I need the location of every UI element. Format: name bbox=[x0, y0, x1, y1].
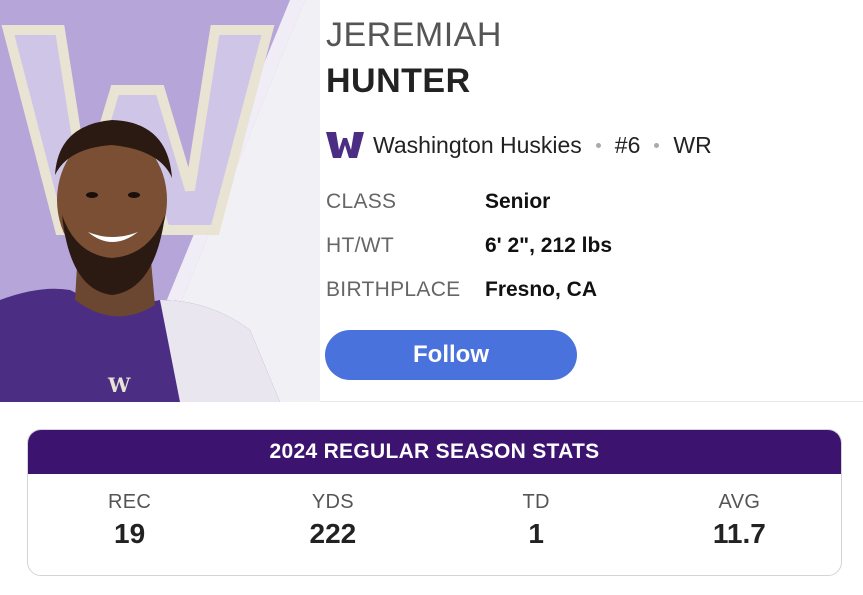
info-value: Fresno, CA bbox=[485, 278, 598, 301]
stats-title: 2024 REGULAR SEASON STATS bbox=[28, 430, 841, 474]
info-value: 6' 2", 212 lbs bbox=[485, 234, 613, 257]
info-row-height-weight: HT/WT 6' 2", 212 lbs bbox=[326, 232, 612, 260]
player-photo: W bbox=[0, 0, 320, 402]
stat-rec: REC 19 bbox=[28, 474, 231, 575]
svg-text:W: W bbox=[107, 373, 131, 397]
info-label: CLASS bbox=[326, 190, 397, 213]
stat-label: AVG bbox=[718, 491, 761, 513]
stat-td: TD 1 bbox=[435, 474, 638, 575]
stat-label: TD bbox=[522, 491, 550, 513]
washington-w-logo-icon[interactable] bbox=[326, 130, 364, 160]
stat-value: 222 bbox=[309, 518, 357, 549]
stat-avg: AVG 11.7 bbox=[638, 474, 841, 575]
stat-value: 11.7 bbox=[712, 518, 766, 549]
player-hero: W JEREMIAH HUNTER Washington Huskies #6 … bbox=[0, 0, 863, 402]
stat-value: 19 bbox=[114, 518, 146, 549]
stat-value: 1 bbox=[528, 518, 544, 549]
season-stats-card: 2024 REGULAR SEASON STATS REC 19 YDS 222… bbox=[27, 429, 842, 576]
jersey-number: #6 bbox=[614, 131, 641, 158]
info-row-birthplace: BIRTHPLACE Fresno, CA bbox=[326, 276, 597, 304]
team-name[interactable]: Washington Huskies bbox=[373, 132, 582, 159]
info-value: Senior bbox=[485, 190, 551, 213]
player-last-name: HUNTER bbox=[326, 62, 471, 100]
team-line: Washington Huskies #6 WR bbox=[326, 128, 712, 162]
stat-label: REC bbox=[108, 491, 152, 513]
info-row-class: CLASS Senior bbox=[326, 188, 550, 216]
stat-label: YDS bbox=[311, 491, 354, 513]
info-label: HT/WT bbox=[326, 234, 394, 257]
player-first-name: JEREMIAH bbox=[326, 16, 502, 54]
separator-dot bbox=[595, 142, 601, 148]
player-position: WR bbox=[673, 131, 712, 158]
info-label: BIRTHPLACE bbox=[326, 278, 461, 301]
separator-dot bbox=[654, 142, 660, 148]
stat-yds: YDS 222 bbox=[231, 474, 434, 575]
stats-row: REC 19 YDS 222 TD 1 AVG 11.7 bbox=[28, 474, 841, 575]
follow-button[interactable]: Follow bbox=[325, 330, 577, 380]
